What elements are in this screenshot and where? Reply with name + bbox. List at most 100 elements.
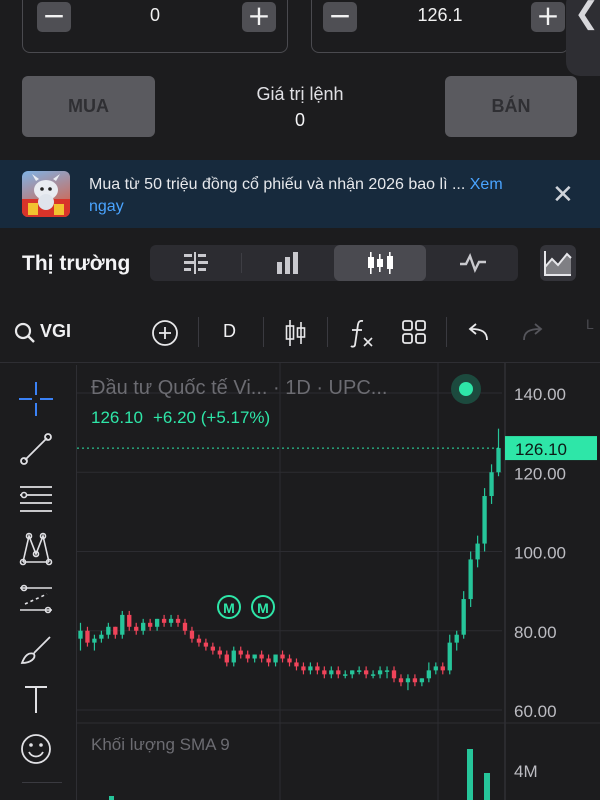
candle-body [106,626,111,635]
candle-body [273,654,278,663]
price-tick-label: 120.00 [514,464,566,483]
chart-settings-button[interactable] [540,245,576,281]
symbol-search[interactable]: VGI [40,321,71,342]
candle-body [224,654,229,663]
undo-icon[interactable] [467,322,491,342]
close-icon[interactable]: ✕ [552,180,574,210]
price-tick-label: 80.00 [514,623,557,642]
candle-type-icon[interactable] [285,318,307,348]
candle-body [294,662,299,667]
order-value: 0 [294,110,305,130]
candle-body [217,650,222,655]
toolbar-separator [198,317,199,347]
toolbar-separator [263,317,264,347]
tab-order-book[interactable] [150,245,242,281]
candle-body [259,654,264,659]
fib-retracement-icon[interactable] [17,480,55,518]
pattern-icon[interactable] [17,530,55,568]
brush-icon[interactable] [17,630,55,668]
emoji-icon[interactable] [17,730,55,768]
redo-icon[interactable] [520,322,544,342]
candle-body [377,670,383,675]
candle-body [154,618,160,627]
status-dot [459,382,473,396]
candle-body [357,670,362,672]
candle-body [127,614,132,627]
crosshair-icon[interactable] [17,380,55,418]
volume-bar [467,749,473,800]
candle-body [301,666,306,671]
candle-body [412,678,418,683]
candle-body [343,674,348,676]
candle-body [475,543,480,560]
candle-body [363,670,369,675]
candle-body [210,646,216,651]
candle-body [398,678,404,683]
volume-tick-label: 4M [514,762,538,781]
candle-body [182,622,188,631]
chart-view-tabs [150,245,518,281]
candle-body [426,670,432,679]
candle-body [315,666,320,671]
volume-bar [109,796,114,800]
price-value[interactable]: 126.1 [312,5,568,26]
candle-body [168,618,174,623]
candle-body [252,654,257,659]
candle-body [461,599,466,635]
candlestick-icon [368,252,393,274]
add-indicator-icon[interactable] [151,319,179,347]
volume-bar [484,773,490,800]
tab-candlestick[interactable] [334,245,426,281]
candle-body [189,630,195,639]
chevron-left-icon: ❮ [574,0,600,31]
order-value-label: Giá trị lệnh [256,84,344,104]
last-price-tag-text: 126.10 [515,440,567,459]
candle-body [287,658,292,663]
text-tool-icon[interactable] [17,680,55,718]
candle-body [231,650,236,663]
area-chart-icon [544,251,572,276]
tab-line-chart[interactable] [426,245,518,281]
candle-body [161,618,167,623]
candle-body [280,654,285,659]
toolbar-overflow-label: L [586,316,594,332]
promo-link[interactable]: Xem [470,176,503,193]
candle-body [440,666,445,671]
candle-body [141,622,146,631]
candle-body [370,674,376,676]
candle-body [245,654,250,659]
quantity-plus-button[interactable]: + [242,2,276,32]
buy-button[interactable]: MUA [22,76,155,137]
price-plus-button[interactable]: + [531,2,565,32]
trend-line-icon[interactable] [17,430,55,468]
sell-button[interactable]: BÁN [445,76,577,137]
candle-body [196,638,202,643]
candle-body [447,642,452,671]
bar-chart-icon [277,252,298,274]
prediction-icon[interactable] [17,580,55,618]
candle-body [482,496,487,544]
market-status-badge [451,374,481,404]
indicators-fx-icon[interactable] [349,318,375,348]
promo-link-continued[interactable]: ngay [89,198,124,215]
toolbar-separator [446,317,447,347]
chart-change: +6.20 (+5.17%) [153,408,271,427]
chart-price: 126.10 [91,408,143,427]
candle-body [405,678,411,683]
collapse-panel-tab[interactable]: ❮ [566,0,600,76]
promo-banner[interactable]: Mua từ 50 triệu đồng cổ phiếu và nhận 20… [0,160,600,228]
promo-mascot-image [22,171,70,217]
candle-body [454,634,459,643]
layout-grid-icon[interactable] [402,320,426,344]
tab-bar-chart[interactable] [242,245,334,281]
search-icon[interactable] [14,322,36,344]
candle-body [92,638,97,643]
candle-body [134,626,139,631]
candle-body [99,634,104,639]
candle-body [350,670,355,675]
sidebar-divider [22,782,62,783]
candle-body [384,670,390,672]
interval-button[interactable]: D [223,321,236,342]
candle-body [266,658,271,663]
candle-body [329,670,334,675]
